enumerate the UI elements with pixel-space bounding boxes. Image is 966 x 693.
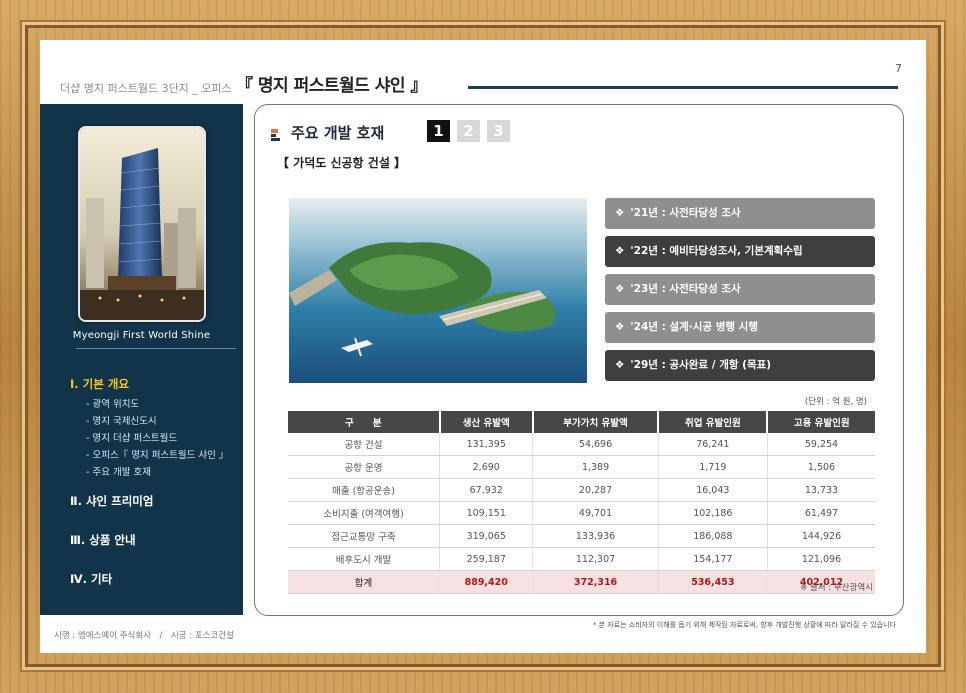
timeline-item: ❖ '23년 : 사전타당성 조사 [605,274,875,305]
table-cell: 59,254 [767,433,875,456]
brochure-page: 더샵 명지 퍼스트월드 3단지 _ 오피스 『 명지 퍼스트월드 샤인 』 7 [40,40,926,653]
table-cell: 공항 건설 [288,433,441,456]
table-cell: 20,287 [532,478,659,502]
nav-item-product[interactable]: Ⅲ. 상품 안내 [70,532,240,548]
building-photo [78,126,206,322]
col-header: 고용 유발인원 [767,411,875,433]
page-tab-3[interactable]: 3 [487,120,510,142]
table-cell: 49,701 [532,501,659,525]
table-cell: 16,043 [658,478,768,502]
table-header-row: 구 분 생산 유발액 부가가치 유발액 취업 유발인원 고용 유발인원 [288,411,875,433]
table-cell: 2,690 [439,455,534,479]
page-title: 『 명지 퍼스트월드 샤인 』 [236,76,427,96]
nav-sub-location[interactable]: 광역 위치도 [70,396,240,413]
unit-label: (단위 : 억 원, 명) [804,397,867,407]
total-cell: 889,420 [439,570,534,594]
timeline-item: ❖ '29년 : 공사완료 / 개항 (목표) [605,350,875,381]
col-header: 취업 유발인원 [658,411,769,433]
table-row: 공항 운영 2,690 1,389 1,719 1,506 [288,455,875,479]
table-cell: 배후도시 개발 [288,547,441,571]
col-header: 부가가치 유발액 [532,411,660,433]
total-cell: 372,316 [532,570,659,594]
table-cell: 154,177 [658,547,768,571]
table-cell: 61,497 [767,501,875,525]
nav-sub-firstworld[interactable]: 명지 더샵 퍼스트월드 [70,430,240,447]
table-row: 배후도시 개발 259,187 112,307 154,177 121,096 [288,547,875,571]
table-row: 매출 (항공운송) 67,932 20,287 16,043 13,733 [288,478,875,502]
sidebar: Myeongji First World Shine Ⅰ. 기본 개요 광역 위… [40,104,243,615]
table-cell: 144,926 [767,524,875,548]
timeline-item: ❖ '24년 : 설계·시공 병행 시행 [605,312,875,343]
table-cell: 1,506 [767,455,875,479]
economic-effect-table: 구 분 생산 유발액 부가가치 유발액 취업 유발인원 고용 유발인원 공항 건… [288,411,875,594]
section-title: 주요 개발 호재 [291,124,385,142]
page-tab-1[interactable]: 1 [427,120,450,142]
col-header: 구 분 [288,411,441,433]
table-cell: 109,151 [439,501,534,525]
table-cell: 131,395 [439,433,534,456]
table-row: 접근교통망 구축 319,065 133,936 186,088 144,926 [288,524,875,548]
sub-title: 【 가덕도 신공항 건설 】 [277,156,407,170]
sidebar-nav: Ⅰ. 기본 개요 광역 위치도 명지 국제신도시 명지 더샵 퍼스트월드 오피스… [70,376,240,587]
table-cell: 112,307 [532,547,659,571]
col-header: 생산 유발액 [439,411,534,433]
table-row: 소비지출 (여객여행) 109,151 49,701 102,186 61,49… [288,501,875,525]
table-cell: 102,186 [658,501,768,525]
timeline-item: ❖ '21년 : 사전타당성 조사 [605,198,875,229]
table-cell: 매출 (항공운송) [288,478,441,502]
title-underline [468,86,898,89]
page-tab-2[interactable]: 2 [457,120,480,142]
footer-disclaimer: * 본 자료는 소비자의 이해를 돕기 위해 제작된 자료로써, 향후 개발진행… [592,621,896,629]
timeline: ❖ '21년 : 사전타당성 조사 ❖ '22년 : 예비타당성조사, 기본계획수립… [605,198,875,388]
table-cell: 1,719 [658,455,768,479]
content-panel: 주요 개발 호재 1 2 3 【 가덕도 신공항 건설 】 ❖ '21년: 사… [254,104,904,616]
table-cell: 186,088 [658,524,768,548]
table-cell: 259,187 [439,547,534,571]
nav-sub-office-shine[interactable]: 오피스『 명지 퍼스트월드 샤인 』 [70,447,240,464]
table-cell: 121,096 [767,547,875,571]
table-cell: 1,389 [532,455,659,479]
timeline-item: ❖ '22년 : 예비타당성조사, 기본계획수립 [605,236,875,267]
total-cell: 536,453 [658,570,768,594]
table-cell: 54,696 [532,433,659,456]
table-cell: 13,733 [767,478,875,502]
table-cell: 공항 운영 [288,455,441,479]
breadcrumb: 더샵 명지 퍼스트월드 3단지 _ 오피스 [60,82,232,95]
footer-credits: 시행 : 엠에스예이 주식회사 / 시공 : 포스코건설 [54,631,234,641]
section-icon [271,129,280,141]
table-cell: 소비지출 (여객여행) [288,501,441,525]
table-cell: 76,241 [658,433,768,456]
table-cell: 133,936 [532,524,659,548]
nav-item-etc[interactable]: Ⅳ. 기타 [70,571,240,587]
table-cell: 67,932 [439,478,534,502]
table-row: 공항 건설 131,395 54,696 76,241 59,254 [288,433,875,456]
brand-caption: Myeongji First World Shine [72,330,211,341]
source-note: ※ 출처 : 부산광역시 [800,583,873,593]
table-cell: 접근교통망 구축 [288,524,441,548]
airport-aerial-image [289,198,587,383]
nav-item-overview[interactable]: Ⅰ. 기본 개요 [70,376,240,392]
table-cell: 319,065 [439,524,534,548]
brand-divider [76,348,236,349]
nav-sub-newtown[interactable]: 명지 국제신도시 [70,413,240,430]
total-label: 합계 [288,570,441,594]
table-total-row: 합계 889,420 372,316 536,453 402,012 [288,570,875,594]
nav-item-premium[interactable]: Ⅱ. 샤인 프리미엄 [70,493,240,509]
nav-sub-development[interactable]: 주요 개발 호재 [70,464,240,481]
page-number: 7 [895,62,902,75]
page-tabs: 1 2 3 [427,120,510,142]
